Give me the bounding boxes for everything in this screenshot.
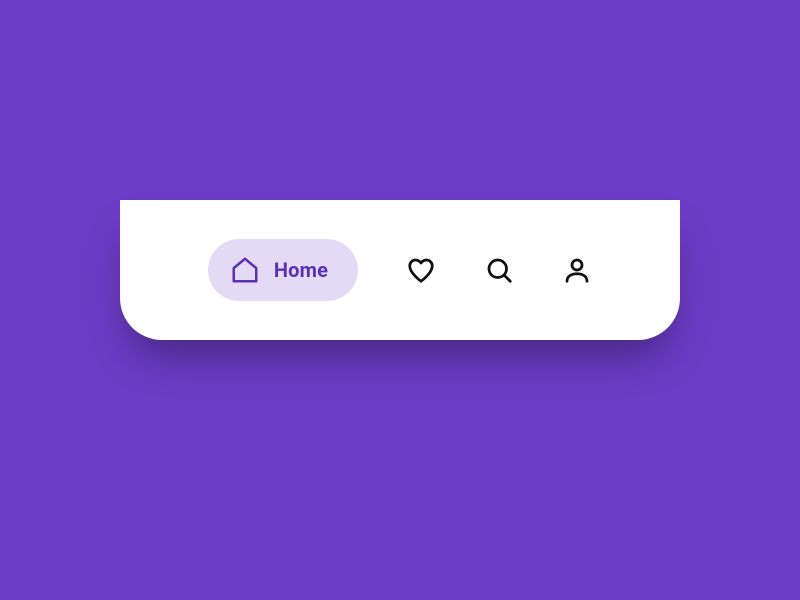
nav-item-home[interactable]: Home	[208, 239, 358, 301]
nav-item-profile[interactable]	[562, 255, 592, 285]
nav-item-likes[interactable]	[406, 255, 436, 285]
bottom-nav: Home	[120, 200, 680, 340]
home-icon	[230, 255, 260, 285]
nav-item-search[interactable]	[484, 255, 514, 285]
user-icon	[562, 255, 592, 285]
search-icon	[484, 255, 514, 285]
nav-item-label: Home	[274, 258, 328, 282]
heart-icon	[406, 255, 436, 285]
